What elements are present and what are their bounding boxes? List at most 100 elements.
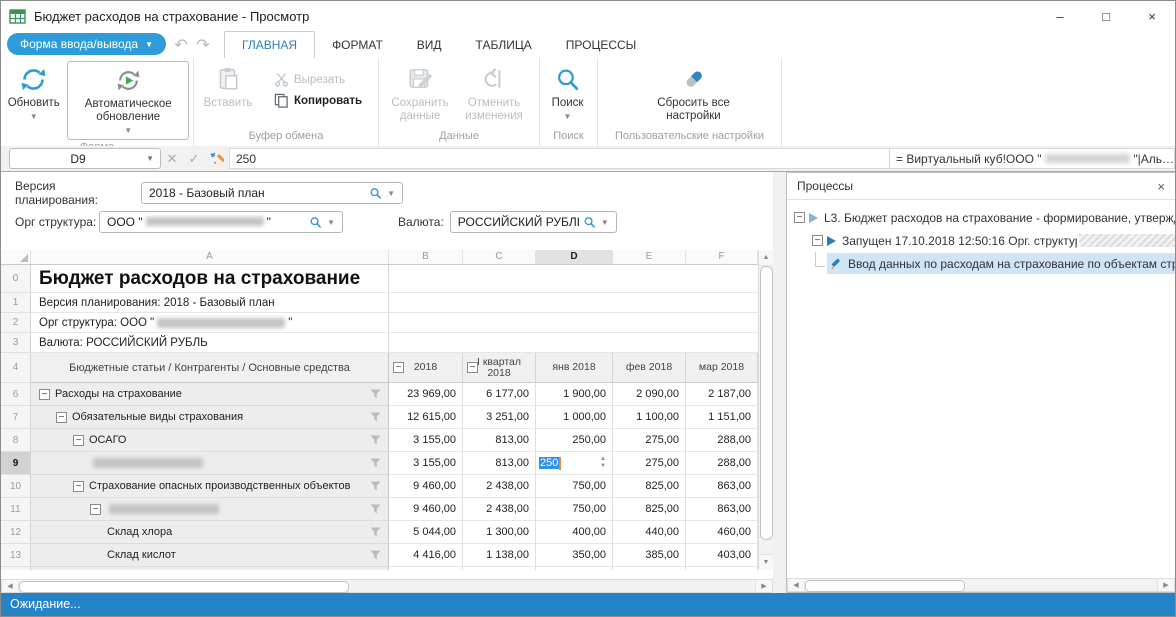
close-button[interactable]: × — [1129, 1, 1175, 31]
collapse-icon[interactable]: − — [812, 235, 823, 246]
row-header-13[interactable]: 13 — [1, 544, 31, 567]
tab-главная[interactable]: ГЛАВНАЯ — [224, 31, 315, 59]
maximize-button[interactable]: □ — [1083, 1, 1129, 31]
sheet-cell-F9[interactable]: 288,00 — [686, 452, 758, 475]
sheet-cell-D9[interactable]: 250 ▲▼ — [536, 452, 613, 475]
row-header-6[interactable]: 6 — [1, 383, 31, 406]
vertical-scrollbar-thumb[interactable] — [760, 266, 773, 540]
sheet-cell-B7[interactable]: 12 615,00 — [389, 406, 463, 429]
sheet-cell-A8[interactable]: −ОСАГО — [31, 429, 389, 452]
sheet-cell-A2[interactable]: Орг структура: ООО "" — [31, 313, 758, 333]
filter-funnel-icon[interactable] — [370, 412, 381, 425]
sheet-cell-D7[interactable]: 1 000,00 — [536, 406, 613, 429]
row-header-3[interactable]: 3 — [1, 333, 31, 353]
row-header-14[interactable]: 14 — [1, 567, 31, 570]
vertical-scrollbar[interactable]: ▲ ▼ — [758, 250, 773, 570]
row-header-11[interactable]: 11 — [1, 498, 31, 521]
sheet-cell-E13[interactable]: 385,00 — [613, 544, 686, 567]
save-data-button[interactable]: Сохранить данные — [383, 61, 457, 123]
sheet-cell-A9[interactable] — [31, 452, 389, 475]
sheet-cell-B11[interactable]: 9 460,00 — [389, 498, 463, 521]
sheet-cell-E7[interactable]: 1 100,00 — [613, 406, 686, 429]
sheet-cell-C13[interactable]: 1 138,00 — [463, 544, 536, 567]
sheet-cell-A7[interactable]: −Обязательные виды страхования — [31, 406, 389, 429]
row-header-9[interactable]: 9 — [1, 452, 31, 475]
cell-reference-box[interactable]: D9 ▼ — [9, 148, 161, 169]
column-header-F[interactable]: F — [686, 250, 758, 264]
filter-funnel-icon[interactable] — [370, 389, 381, 402]
copy-button[interactable]: Копировать — [272, 90, 362, 111]
sheet-cell-D8[interactable]: 250,00 — [536, 429, 613, 452]
currency-filter-field[interactable]: РОССИЙСКИЙ РУБЛЬ ▼ — [450, 211, 617, 233]
panel-horizontal-scrollbar-thumb[interactable] — [805, 580, 965, 592]
sheet-cell-D10[interactable]: 750,00 — [536, 475, 613, 498]
sheet-cell-A11[interactable]: − — [31, 498, 389, 521]
redo-icon[interactable]: ↷ — [192, 31, 214, 58]
sheet-cell-F11[interactable]: 863,00 — [686, 498, 758, 521]
org-filter-field[interactable]: ООО "" ▼ — [99, 211, 343, 233]
sheet-cell-E10[interactable]: 825,00 — [613, 475, 686, 498]
sheet-cell-B8[interactable]: 3 155,00 — [389, 429, 463, 452]
sheet-cell-D6[interactable]: 1 900,00 — [536, 383, 613, 406]
chevron-down-icon[interactable]: ▼ — [324, 218, 342, 227]
sheet-cell-E11[interactable]: 825,00 — [613, 498, 686, 521]
sheet-cell-C8[interactable]: 813,00 — [463, 429, 536, 452]
spinner-control[interactable]: ▲▼ — [600, 456, 609, 470]
chevron-down-icon[interactable]: ▼ — [598, 218, 616, 227]
sheet-cell-B12[interactable]: 5 044,00 — [389, 521, 463, 544]
row-header-7[interactable]: 7 — [1, 406, 31, 429]
horizontal-scrollbar[interactable]: ◀ ▶ — [1, 579, 773, 593]
panel-horizontal-scrollbar[interactable]: ◀ ▶ — [787, 578, 1175, 592]
column-header-D[interactable]: D — [536, 250, 613, 264]
sheet-cell-A4[interactable]: Бюджетные статьи / Контрагенты / Основны… — [31, 353, 389, 383]
column-header-A[interactable]: A — [31, 250, 389, 264]
row-header-12[interactable]: 12 — [1, 521, 31, 544]
row-header-1[interactable]: 1 — [1, 293, 31, 313]
filter-funnel-icon[interactable] — [370, 458, 381, 471]
sheet-cell-F12[interactable]: 460,00 — [686, 521, 758, 544]
sheet-cell-A10[interactable]: −Страхование опасных производственных об… — [31, 475, 389, 498]
sheet-cell-D4[interactable]: янв 2018 — [536, 353, 613, 383]
sheet-cell-E12[interactable]: 440,00 — [613, 521, 686, 544]
sheet-cell-F14[interactable]: 1 036,00 — [686, 567, 758, 570]
sheet-cell-F6[interactable]: 2 187,00 — [686, 383, 758, 406]
sheet-cell-D11[interactable]: 750,00 — [536, 498, 613, 521]
scroll-right-icon[interactable]: ▶ — [1157, 579, 1174, 591]
collapse-icon[interactable]: − — [90, 504, 101, 515]
collapse-icon[interactable]: − — [73, 481, 84, 492]
auto-refresh-button[interactable]: Автоматическое обновление ▼ — [67, 61, 189, 140]
formula-input[interactable]: 250 — [229, 148, 890, 169]
cell-editor-value[interactable]: 250 — [539, 457, 559, 469]
collapse-icon[interactable]: − — [467, 362, 478, 373]
collapse-icon[interactable]: − — [393, 362, 404, 373]
sheet-cell-A3[interactable]: Валюта: РОССИЙСКИЙ РУБЛЬ — [31, 333, 758, 353]
tab-формат[interactable]: ФОРМАТ — [315, 31, 400, 58]
form-io-button[interactable]: Форма ввода/вывода ▼ — [7, 33, 166, 55]
sheet-cell-E14[interactable]: 990,00 — [613, 567, 686, 570]
sheet-cell-F8[interactable]: 288,00 — [686, 429, 758, 452]
column-header-E[interactable]: E — [613, 250, 686, 264]
sheet-cell-B6[interactable]: 23 969,00 — [389, 383, 463, 406]
version-filter-field[interactable]: 2018 - Базовый план ▼ — [141, 182, 403, 204]
sheet-cell-E4[interactable]: фев 2018 — [613, 353, 686, 383]
sheet-cell-F7[interactable]: 1 151,00 — [686, 406, 758, 429]
sheet-cell-B13[interactable]: 4 416,00 — [389, 544, 463, 567]
sheet-cell-A14[interactable]: −Добровольные виды страхования — [31, 567, 389, 570]
row-header-8[interactable]: 8 — [1, 429, 31, 452]
collapse-icon[interactable]: − — [56, 412, 67, 423]
filter-funnel-icon[interactable] — [370, 504, 381, 517]
search-icon[interactable] — [309, 216, 322, 229]
spin-down-icon[interactable]: ▼ — [600, 463, 606, 470]
process-item-selected[interactable]: Ввод данных по расходам на страхование п… — [827, 253, 1175, 274]
sheet-cell-B4[interactable]: −2018 — [389, 353, 463, 383]
sheet-cell-B14[interactable]: 11 354,00 — [389, 567, 463, 570]
tab-вид[interactable]: ВИД — [400, 31, 459, 58]
sheet-cell-F10[interactable]: 863,00 — [686, 475, 758, 498]
sheet-cell-C12[interactable]: 1 300,00 — [463, 521, 536, 544]
filter-funnel-icon[interactable] — [370, 481, 381, 494]
sheet-cell-A12[interactable]: Склад хлора — [31, 521, 389, 544]
sheet-cell-A0[interactable]: Бюджет расходов на страхование — [31, 265, 758, 293]
scroll-left-icon[interactable]: ◀ — [788, 579, 805, 591]
sheet-cell-E8[interactable]: 275,00 — [613, 429, 686, 452]
scroll-right-icon[interactable]: ▶ — [755, 580, 772, 592]
